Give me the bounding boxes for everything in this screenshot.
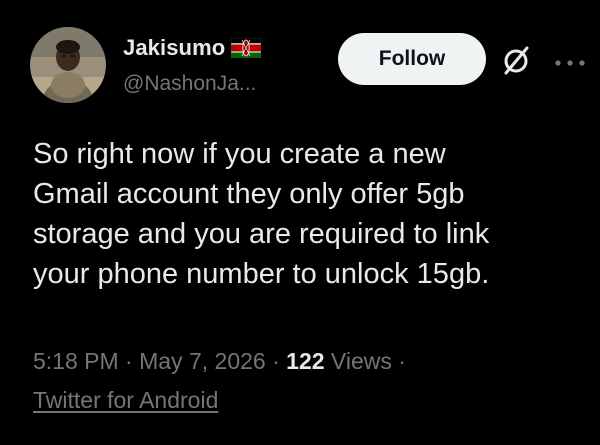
tweet-time[interactable]: 5:18 PM <box>33 348 119 374</box>
more-horizontal-icon[interactable] <box>552 55 588 66</box>
kenya-flag-icon <box>231 37 262 59</box>
source-link[interactable]: Twitter for Android <box>33 382 218 418</box>
meta-separator-trailing: · <box>391 348 406 374</box>
tweet-meta: 5:18 PM · May 7, 2026 · 122 Views · <box>33 343 406 379</box>
views-count[interactable]: 122 <box>286 348 324 374</box>
tweet-date[interactable]: May 7, 2026 <box>139 348 266 374</box>
tweet-text: So right now if you create a new Gmail a… <box>33 138 490 290</box>
views-label[interactable]: Views <box>325 348 392 374</box>
avatar-image <box>30 27 106 103</box>
follow-button[interactable]: Follow <box>338 33 486 85</box>
avatar[interactable] <box>30 27 106 103</box>
grok-icon[interactable] <box>498 43 534 79</box>
author-handle[interactable]: @NashonJa... <box>123 72 256 96</box>
meta-separator: · <box>118 348 140 374</box>
meta-separator: · <box>265 348 287 374</box>
author-name-row[interactable]: Jakisumo <box>123 34 262 62</box>
display-name[interactable]: Jakisumo <box>123 35 225 61</box>
